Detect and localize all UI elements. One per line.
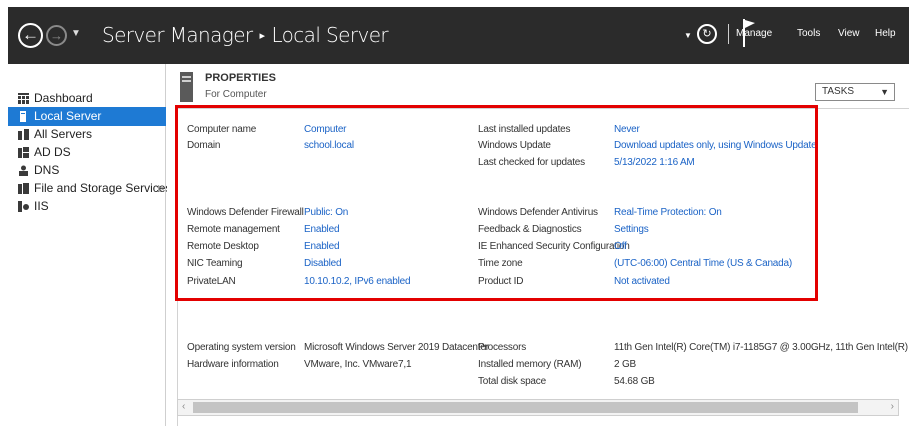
sidebar-item-all-servers[interactable]: All Servers bbox=[8, 125, 166, 144]
forward-arrow-icon[interactable]: → bbox=[46, 25, 67, 46]
sidebar-item-label: Dashboard bbox=[34, 91, 93, 105]
tasks-dropdown[interactable]: TASKS ▼ bbox=[815, 83, 895, 101]
view-menu[interactable]: View bbox=[838, 28, 860, 39]
sidebar-item-local-server[interactable]: Local Server bbox=[8, 107, 166, 126]
iis-icon bbox=[18, 201, 29, 212]
prop-value-disk: 54.68 GB bbox=[614, 376, 655, 387]
prop-label-processors: Processors bbox=[478, 342, 527, 353]
properties-subtitle: For Computer bbox=[205, 89, 267, 100]
prop-label-disk: Total disk space bbox=[478, 376, 546, 387]
toolbar-divider bbox=[728, 24, 729, 44]
breadcrumb-root[interactable]: Server Manager bbox=[102, 23, 253, 47]
file-storage-icon bbox=[18, 183, 29, 194]
dns-icon bbox=[19, 165, 28, 176]
prop-value-hardware: VMware, Inc. VMware7,1 bbox=[304, 359, 412, 370]
sidebar-item-dashboard[interactable]: Dashboard bbox=[8, 89, 166, 108]
breadcrumb-current: Local Server bbox=[271, 23, 389, 47]
ad-ds-icon bbox=[18, 147, 29, 158]
breadcrumb-separator-icon: ▸ bbox=[259, 29, 266, 42]
tasks-label: TASKS bbox=[822, 86, 855, 97]
prop-value-memory: 2 GB bbox=[614, 359, 636, 370]
scrollbar-thumb[interactable] bbox=[193, 402, 858, 413]
all-servers-icon bbox=[18, 129, 29, 140]
server-properties-icon bbox=[180, 72, 193, 102]
sidebar-item-label: IIS bbox=[34, 199, 49, 213]
prop-value-processors: 11th Gen Intel(R) Core(TM) i7-1185G7 @ 3… bbox=[614, 342, 909, 353]
scroll-left-icon[interactable]: ‹ bbox=[182, 401, 185, 412]
sidebar-item-label: Local Server bbox=[34, 109, 102, 123]
manage-menu[interactable]: Manage bbox=[736, 28, 772, 39]
scroll-right-icon[interactable]: › bbox=[891, 401, 894, 412]
prop-value-os-version: Microsoft Windows Server 2019 Datacenter bbox=[304, 342, 489, 353]
sidebar-item-label: AD DS bbox=[34, 145, 71, 159]
dashboard-icon bbox=[18, 93, 29, 104]
sidebar-item-label: All Servers bbox=[34, 127, 93, 141]
expand-arrow-icon[interactable]: ▷ bbox=[158, 179, 165, 198]
chevron-down-icon: ▼ bbox=[880, 87, 889, 97]
notifications-dropdown-icon[interactable]: ▼ bbox=[684, 31, 692, 40]
properties-title: PROPERTIES bbox=[205, 72, 276, 84]
tools-menu[interactable]: Tools bbox=[797, 28, 820, 39]
prop-label-os-version: Operating system version bbox=[187, 342, 296, 353]
prop-label-memory: Installed memory (RAM) bbox=[478, 359, 582, 370]
help-menu[interactable]: Help bbox=[875, 28, 896, 39]
sidebar-item-ad-ds[interactable]: AD DS bbox=[8, 143, 166, 162]
sidebar-item-iis[interactable]: IIS bbox=[8, 197, 166, 216]
local-server-icon bbox=[20, 111, 26, 122]
sidebar-item-file-storage[interactable]: File and Storage Services ▷ bbox=[8, 179, 171, 198]
back-arrow-icon[interactable]: ← bbox=[18, 23, 43, 48]
history-dropdown-icon[interactable]: ▼ bbox=[71, 28, 81, 39]
title-bar: ← → ▼ Server Manager ▸ Local Server ▼ ↻ Ma… bbox=[8, 7, 909, 64]
prop-label-hardware: Hardware information bbox=[187, 359, 279, 370]
sidebar: Dashboard Local Server All Servers AD DS… bbox=[8, 64, 171, 426]
sidebar-item-label: DNS bbox=[34, 163, 60, 177]
breadcrumb: Server Manager ▸ Local Server bbox=[102, 23, 389, 47]
sidebar-item-dns[interactable]: DNS bbox=[8, 161, 166, 180]
horizontal-scrollbar[interactable]: ‹ › bbox=[177, 399, 899, 416]
refresh-icon[interactable]: ↻ bbox=[697, 24, 717, 44]
sidebar-item-label: File and Storage Services bbox=[34, 181, 172, 195]
highlight-box bbox=[175, 105, 818, 301]
